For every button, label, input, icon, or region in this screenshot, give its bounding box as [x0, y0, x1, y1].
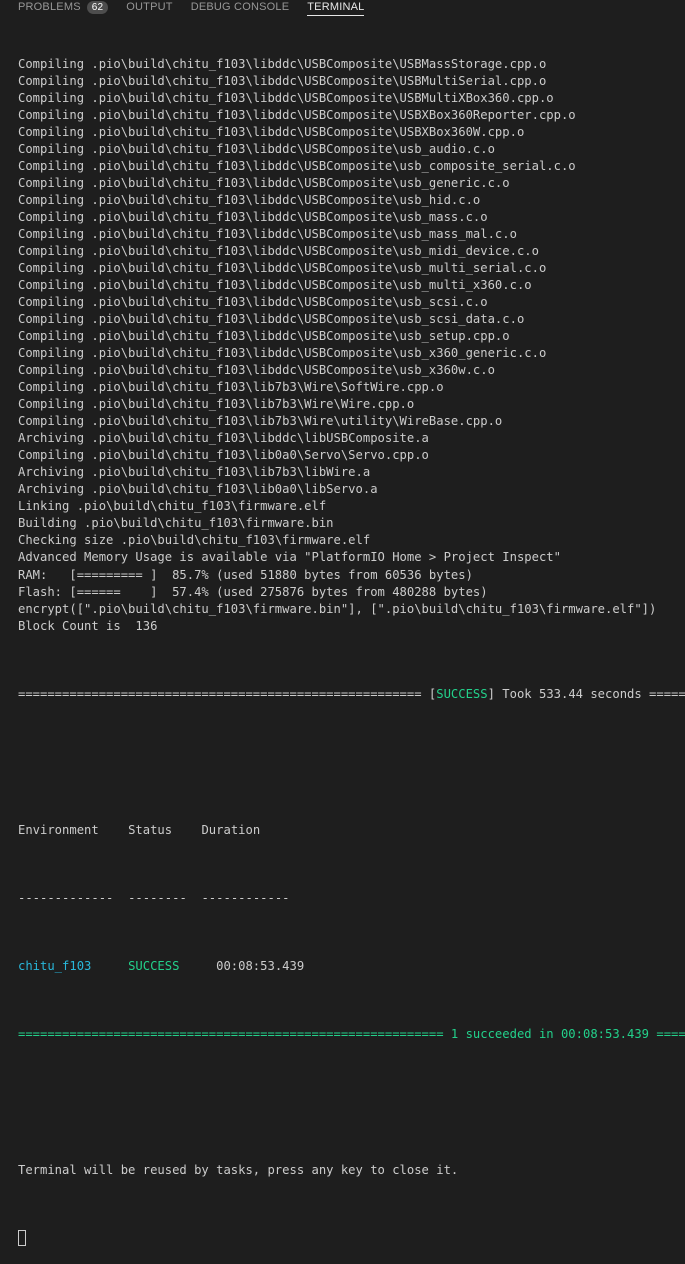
summary-divider-duration: ------------ — [201, 890, 290, 905]
tab-problems[interactable]: PROBLEMS 62 — [0, 0, 117, 14]
log-line: Compiling .pio\build\chitu_f103\libddc\U… — [18, 176, 510, 191]
log-line: Compiling .pio\build\chitu_f103\libddc\U… — [18, 74, 547, 89]
log-line: Compiling .pio\build\chitu_f103\libddc\U… — [18, 193, 481, 208]
terminal-prompt[interactable] — [18, 1230, 685, 1247]
panel-tab-bar: PROBLEMS 62 OUTPUT DEBUG CONSOLE TERMINA… — [0, 0, 685, 16]
summary-header-status: Status — [128, 822, 173, 837]
log-line: Compiling .pio\build\chitu_f103\lib7b3\W… — [18, 414, 503, 429]
log-line: Archiving .pio\build\chitu_f103\lib0a0\l… — [18, 482, 378, 497]
build-log: Compiling .pio\build\chitu_f103\libddc\U… — [18, 56, 685, 635]
log-line: Compiling .pio\build\chitu_f103\libddc\U… — [18, 125, 525, 140]
log-line: Compiling .pio\build\chitu_f103\libddc\U… — [18, 57, 547, 72]
tab-terminal-label: TERMINAL — [307, 1, 365, 13]
log-line: Compiling .pio\build\chitu_f103\lib0a0\S… — [18, 448, 429, 463]
log-line: Compiling .pio\build\chitu_f103\libddc\U… — [18, 278, 532, 293]
log-line: Compiling .pio\build\chitu_f103\lib7b3\W… — [18, 380, 444, 395]
tab-problems-label: PROBLEMS — [18, 1, 81, 13]
log-line: Compiling .pio\build\chitu_f103\libddc\U… — [18, 329, 510, 344]
log-line: Compiling .pio\build\chitu_f103\libddc\U… — [18, 159, 576, 174]
log-line: Archiving .pio\build\chitu_f103\libddc\l… — [18, 431, 429, 446]
log-line: Linking .pio\build\chitu_f103\firmware.e… — [18, 499, 327, 514]
log-line: Compiling .pio\build\chitu_f103\libddc\U… — [18, 210, 488, 225]
log-line: Flash: [====== ] 57.4% (used 275876 byte… — [18, 584, 488, 599]
log-line: Compiling .pio\build\chitu_f103\libddc\U… — [18, 363, 495, 378]
terminal-output[interactable]: Compiling .pio\build\chitu_f103\libddc\U… — [18, 22, 685, 1264]
environment-status: SUCCESS — [128, 958, 180, 973]
cursor-block — [18, 1230, 26, 1247]
success-banner: ========================================… — [18, 686, 685, 703]
success-banner-prefix: ========================================… — [18, 686, 437, 701]
log-line: Building .pio\build\chitu_f103\firmware.… — [18, 516, 334, 531]
summary-header-row: Environment Status Duration — [18, 822, 685, 839]
log-line: Checking size .pio\build\chitu_f103\firm… — [18, 533, 371, 548]
log-line: Compiling .pio\build\chitu_f103\libddc\U… — [18, 295, 488, 310]
summary-data-row: chitu_f103 SUCCESS 00:08:53.439 — [18, 958, 685, 975]
log-line: Compiling .pio\build\chitu_f103\libddc\U… — [18, 142, 495, 157]
summary-divider-status: -------- — [128, 890, 187, 905]
environment-name: chitu_f103 — [18, 958, 92, 973]
log-line: Compiling .pio\build\chitu_f103\lib7b3\W… — [18, 397, 415, 412]
log-line: Archiving .pio\build\chitu_f103\lib7b3\l… — [18, 465, 371, 480]
log-line: Compiling .pio\build\chitu_f103\libddc\U… — [18, 108, 576, 123]
success-banner-suffix: ] Took 533.44 seconds ==================… — [487, 686, 685, 701]
tab-output[interactable]: OUTPUT — [117, 0, 181, 14]
summary-divider-environment: ------------- — [18, 890, 114, 905]
summary-header-duration: Duration — [201, 822, 261, 837]
problems-count-badge: 62 — [86, 0, 109, 14]
tab-debug-console-label: DEBUG CONSOLE — [190, 1, 290, 13]
log-line: Block Count is 136 — [18, 618, 158, 633]
success-status: SUCCESS — [436, 686, 488, 701]
log-line: Advanced Memory Usage is available via "… — [18, 550, 561, 565]
log-line: Compiling .pio\build\chitu_f103\libddc\U… — [18, 346, 547, 361]
log-line: Compiling .pio\build\chitu_f103\libddc\U… — [18, 91, 554, 106]
terminal-footer-message: Terminal will be reused by tasks, press … — [18, 1163, 459, 1178]
log-line: Compiling .pio\build\chitu_f103\libddc\U… — [18, 227, 517, 242]
tab-debug-console[interactable]: DEBUG CONSOLE — [182, 0, 299, 14]
log-line: RAM: [========= ] 85.7% (used 51880 byte… — [18, 567, 473, 582]
summary-header-environment: Environment — [18, 822, 99, 837]
log-line: Compiling .pio\build\chitu_f103\libddc\U… — [18, 261, 547, 276]
tab-output-label: OUTPUT — [126, 1, 173, 13]
environment-duration: 00:08:53.439 — [216, 958, 305, 973]
tab-terminal[interactable]: TERMINAL — [298, 0, 373, 16]
result-banner: ========================================… — [18, 1026, 685, 1041]
log-line: Compiling .pio\build\chitu_f103\libddc\U… — [18, 244, 539, 259]
log-line: encrypt([".pio\build\chitu_f103\firmware… — [18, 601, 657, 616]
summary-divider-row: ------------- -------- ------------ — [18, 890, 685, 907]
log-line: Compiling .pio\build\chitu_f103\libddc\U… — [18, 312, 525, 327]
